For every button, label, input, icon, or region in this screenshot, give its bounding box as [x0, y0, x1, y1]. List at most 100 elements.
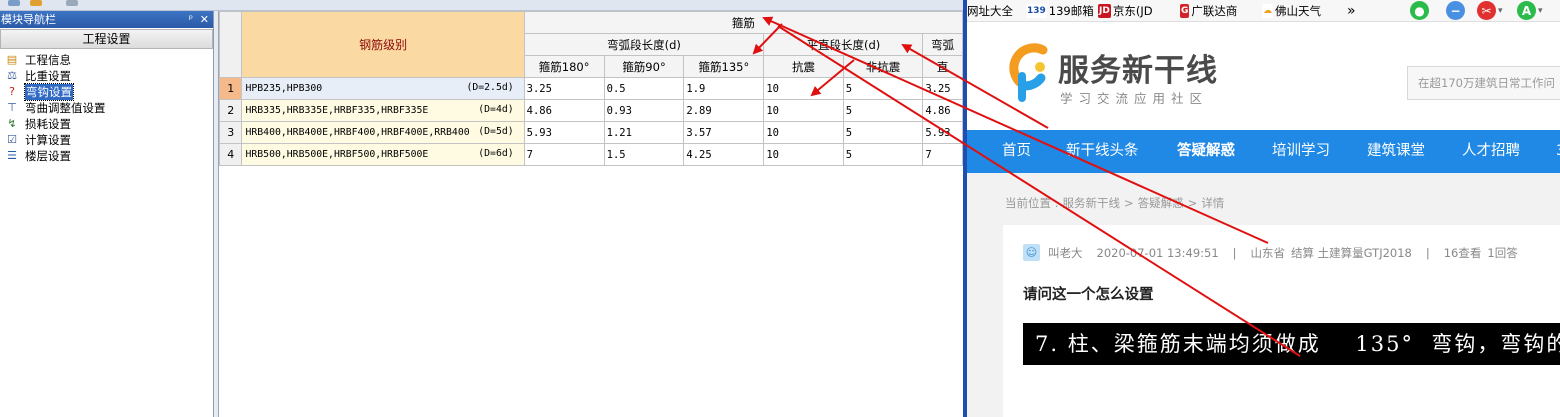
stirrup-135-cell[interactable]: 1.9	[683, 77, 765, 100]
stirrup-180-cell[interactable]: 5.93	[523, 121, 605, 144]
nav-link[interactable]: 答疑解惑	[1177, 130, 1235, 173]
loss-settings-icon: ↯	[7, 117, 17, 130]
grade-cell[interactable]: HRB400,HRB400E,HRBF400,HRBF400E,RRB400 (D…	[241, 121, 525, 144]
breadcrumb-item[interactable]: 答疑解惑	[1138, 196, 1184, 210]
grade-cell[interactable]: HRB500,HRB500E,HRBF500,HRBF500E (D=6d)	[241, 143, 525, 166]
nonseismic-cell[interactable]: 5	[842, 121, 924, 144]
bend-diameter: (D=6d)	[478, 148, 514, 159]
grid-corner[interactable]	[219, 11, 243, 78]
row-number[interactable]: 1	[219, 77, 243, 100]
bend-diameter: (D=2.5d)	[466, 82, 514, 93]
row-number[interactable]: 3	[219, 121, 243, 144]
nav-item[interactable]: ⚖ 比重设置	[0, 68, 213, 84]
avatar[interactable]: ☺	[1023, 244, 1040, 261]
row-number[interactable]: 4	[219, 143, 243, 166]
bookmarks-bar: 网址大全 139 139邮箱 JD 京东(JD G 广联达商 ☁ 佛山天气» ● − ✂ ▾ A ▾	[967, 0, 1560, 22]
stirrup-90-cell[interactable]: 1.5	[603, 143, 685, 166]
nav-item[interactable]: ☰ 楼层设置	[0, 148, 213, 164]
nav-item[interactable]: ↯ 损耗设置	[0, 116, 213, 132]
bookmark-item[interactable]: JD 京东(JD	[1098, 2, 1153, 20]
bookmark-item[interactable]: G 广联达商	[1180, 2, 1237, 20]
straight-length-header: 平直段长度(d)	[763, 33, 924, 56]
logo-icon[interactable]	[1003, 42, 1049, 104]
post-author[interactable]: 叫老大	[1048, 245, 1083, 261]
chevron-down-icon[interactable]: ▾	[1538, 2, 1543, 20]
stirrup-90-cell[interactable]: 0.93	[603, 99, 685, 122]
bookmark-item[interactable]: 网址大全	[967, 2, 1013, 20]
scissors-icon[interactable]: ✂	[1477, 1, 1496, 20]
col-seismic: 抗震	[763, 55, 844, 78]
truncated-cell[interactable]: 3.25	[922, 77, 963, 100]
bookmark-item[interactable]: ☁ 佛山天气	[1262, 2, 1321, 20]
breadcrumb-item[interactable]: 服务新干线	[1063, 196, 1121, 210]
breadcrumb-item[interactable]: 详情	[1201, 196, 1224, 210]
toolbar-icon[interactable]	[30, 0, 42, 6]
table-row[interactable]: 1 HPB235,HPB300 (D=2.5d) 3.25 0.5 1.9 10 5 3.25	[219, 77, 963, 100]
nav-item[interactable]: ▤ 工程信息	[0, 52, 213, 68]
bookmarks-overflow-icon[interactable]: »	[1347, 2, 1356, 20]
bend-diameter: (D=5d)	[478, 126, 514, 137]
bookmark-label: 京东(JD	[1112, 4, 1153, 18]
stirrup-135-cell[interactable]: 3.57	[683, 121, 765, 144]
chevron-down-icon[interactable]: ▾	[1498, 2, 1503, 20]
stirrup-135-cell[interactable]: 2.89	[683, 99, 765, 122]
search-input[interactable]: 在超170万建筑日常工作问	[1407, 66, 1560, 100]
truncated-cell[interactable]: 5.93	[922, 121, 963, 144]
calc-settings-icon: ☑	[7, 133, 17, 146]
nav-item[interactable]: ☑ 计算设置	[0, 132, 213, 148]
seismic-cell[interactable]: 10	[763, 99, 844, 122]
breadcrumb-separator: >	[1187, 196, 1198, 210]
nav-section-header[interactable]: 工程设置	[0, 29, 213, 49]
glodon-icon: G	[1180, 4, 1190, 18]
translate-icon[interactable]: A	[1517, 1, 1536, 20]
post-category[interactable]: 结算 土建算量GTJ2018	[1291, 245, 1412, 261]
post-meta: ☺ 叫老大 2020-07-01 13:49:51 | 山东省 结算 土建算量G…	[1023, 244, 1532, 261]
grade-cell[interactable]: HRB335,HRB335E,HRBF335,HRBF335E (D=4d)	[241, 99, 525, 122]
nonseismic-cell[interactable]: 5	[842, 77, 924, 100]
nav-link[interactable]: 人才招聘	[1462, 130, 1520, 173]
stirrup-180-cell[interactable]: 3.25	[523, 77, 605, 100]
nav-item-label: 弯曲调整值设置	[25, 101, 106, 115]
jd-icon: JD	[1098, 4, 1111, 18]
hook-settings-grid-area: 钢筋级别 箍筋 弯弧段长度(d) 平直段长度(d) 弯弧 箍筋180° 箍筋90…	[219, 11, 963, 417]
pin-icon[interactable]: ᵖ	[189, 11, 193, 28]
row-number[interactable]: 2	[219, 99, 243, 122]
grade-cell[interactable]: HPB235,HPB300 (D=2.5d)	[241, 77, 525, 100]
post-image-text: 7. 柱、梁箍筋末端均须做成 135° 弯钩，弯钩的平直部分为	[1023, 323, 1560, 365]
nav-item[interactable]: ⊤ 弯曲调整值设置	[0, 100, 213, 116]
post-location: 山东省	[1250, 245, 1286, 260]
minus-circle-icon[interactable]: −	[1446, 1, 1465, 20]
logo-title[interactable]: 服务新干线	[1058, 45, 1218, 90]
wechat-icon[interactable]: ●	[1410, 1, 1429, 20]
nav-link[interactable]: 首页	[1002, 130, 1031, 173]
stirrup-90-cell[interactable]: 0.5	[603, 77, 685, 100]
table-row[interactable]: 4 HRB500,HRB500E,HRBF500,HRBF500E (D=6d) 7 1…	[219, 143, 963, 166]
toolbar-icon[interactable]	[8, 0, 20, 6]
stirrup-180-cell[interactable]: 4.86	[523, 99, 605, 122]
stirrup-180-cell[interactable]: 7	[523, 143, 605, 166]
weather-icon: ☁	[1262, 4, 1273, 18]
close-icon[interactable]: ✕	[200, 11, 209, 28]
seismic-cell[interactable]: 10	[763, 77, 844, 100]
nonseismic-cell[interactable]: 5	[842, 99, 924, 122]
seismic-cell[interactable]: 10	[763, 121, 844, 144]
stirrup-135-cell[interactable]: 4.25	[683, 143, 765, 166]
site-main-nav: 首页新干线头条答疑解惑培训学习建筑课堂人才招聘 3	[967, 130, 1560, 173]
nav-link[interactable]: 3	[1556, 130, 1560, 173]
grade-text: HRB500,HRB500E,HRBF500,HRBF500E	[245, 149, 429, 160]
nav-link[interactable]: 新干线头条	[1066, 130, 1139, 173]
bookmark-item[interactable]: 139 139邮箱	[1026, 2, 1094, 20]
nonseismic-cell[interactable]: 5	[842, 143, 924, 166]
nav-link[interactable]: 建筑课堂	[1367, 130, 1425, 173]
nav-link[interactable]: 培训学习	[1272, 130, 1330, 173]
toolbar-icon[interactable]	[66, 0, 78, 6]
bookmark-label: 网址大全	[967, 4, 1013, 18]
nav-item-label: 弯钩设置	[24, 83, 74, 101]
truncated-cell[interactable]: 7	[922, 143, 963, 166]
table-row[interactable]: 2 HRB335,HRB335E,HRBF335,HRBF335E (D=4d) 4.…	[219, 99, 963, 122]
table-row[interactable]: 3 HRB400,HRB400E,HRBF400,HRBF400E,RRB400 (…	[219, 121, 963, 144]
stirrup-90-cell[interactable]: 1.21	[603, 121, 685, 144]
seismic-cell[interactable]: 10	[763, 143, 844, 166]
nav-item[interactable]: ? 弯钩设置	[0, 83, 213, 101]
truncated-cell[interactable]: 4.86	[922, 99, 963, 122]
